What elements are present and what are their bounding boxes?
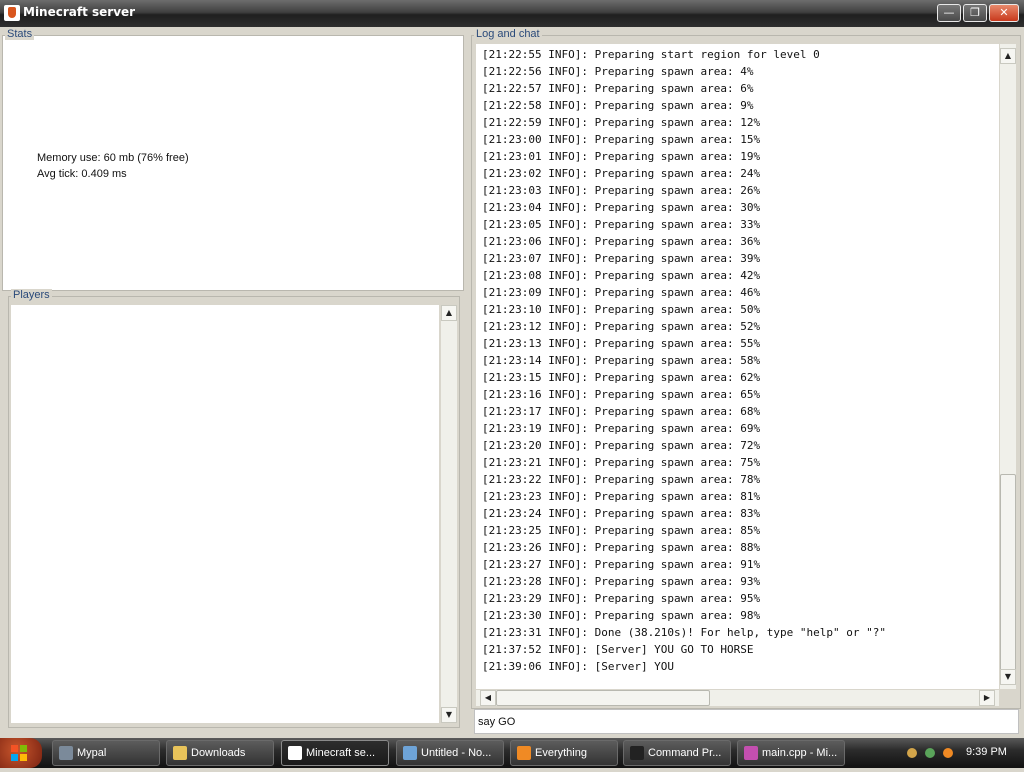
log-line: [21:23:03 INFO]: Preparing spawn area: 2…: [482, 184, 761, 197]
log-line: [21:23:28 INFO]: Preparing spawn area: 9…: [482, 575, 761, 588]
log-line: [21:23:05 INFO]: Preparing spawn area: 3…: [482, 218, 761, 231]
stats-legend: Stats: [5, 28, 35, 40]
log-line: [21:22:59 INFO]: Preparing spawn area: 1…: [482, 116, 761, 129]
players-list[interactable]: [11, 305, 439, 723]
taskbar-item-label: main.cpp - Mi...: [762, 747, 838, 759]
code-icon: [744, 746, 758, 760]
stats-text: Memory use: 60 mb (76% free) Avg tick: 0…: [37, 150, 189, 182]
log-line: [21:23:22 INFO]: Preparing spawn area: 7…: [482, 473, 761, 486]
log-line: [21:23:07 INFO]: Preparing spawn area: 3…: [482, 252, 761, 265]
maximize-button[interactable]: ❐: [963, 4, 987, 22]
taskbar-item[interactable]: Downloads: [166, 740, 274, 766]
log-line: [21:23:09 INFO]: Preparing spawn area: 4…: [482, 286, 761, 299]
log-line: [21:23:06 INFO]: Preparing spawn area: 3…: [482, 235, 761, 248]
players-legend: Players: [11, 289, 52, 301]
log-line: [21:23:24 INFO]: Preparing spawn area: 8…: [482, 507, 761, 520]
log-line: [21:23:01 INFO]: Preparing spawn area: 1…: [482, 150, 761, 163]
taskbar-item-label: Minecraft se...: [306, 747, 376, 759]
title-bar[interactable]: Minecraft server — ❐ ✕: [0, 0, 1024, 27]
log-lines: [21:22:55 INFO]: Preparing start region …: [476, 44, 999, 675]
window-title: Minecraft server: [23, 5, 136, 19]
log-line: [21:23:26 INFO]: Preparing spawn area: 8…: [482, 541, 761, 554]
log-line: [21:23:31 INFO]: Done (38.210s)! For hel…: [482, 626, 886, 639]
close-button[interactable]: ✕: [989, 4, 1019, 22]
log-line: [21:23:14 INFO]: Preparing spawn area: 5…: [482, 354, 761, 367]
java-icon: [288, 746, 302, 760]
log-line: [21:22:58 INFO]: Preparing spawn area: 9…: [482, 99, 754, 112]
log-line: [21:23:12 INFO]: Preparing spawn area: 5…: [482, 320, 761, 333]
log-line: [21:23:25 INFO]: Preparing spawn area: 8…: [482, 524, 761, 537]
log-line: [21:22:55 INFO]: Preparing start region …: [482, 48, 820, 61]
log-line: [21:23:04 INFO]: Preparing spawn area: 3…: [482, 201, 761, 214]
taskbar-item-label: Everything: [535, 747, 587, 759]
scroll-up-icon[interactable]: ▲: [1000, 48, 1016, 64]
scroll-left-icon[interactable]: ◀: [480, 690, 496, 706]
log-line: [21:23:17 INFO]: Preparing spawn area: 6…: [482, 405, 761, 418]
log-line: [21:23:20 INFO]: Preparing spawn area: 7…: [482, 439, 761, 452]
minimize-button[interactable]: —: [937, 4, 961, 22]
memory-usage: Memory use: 60 mb (76% free): [37, 152, 189, 164]
log-text-area[interactable]: [21:22:55 INFO]: Preparing start region …: [476, 44, 999, 689]
log-horizontal-scrollbar[interactable]: ◀ ▶: [476, 690, 999, 706]
command-input[interactable]: [474, 709, 1019, 734]
log-line: [21:23:08 INFO]: Preparing spawn area: 4…: [482, 269, 761, 282]
clock[interactable]: 9:39 PM: [966, 746, 1007, 758]
windows-logo-icon: [11, 745, 27, 761]
players-panel: Players ▲ ▼: [8, 289, 460, 728]
java-icon: [4, 5, 20, 21]
log-line: [21:23:00 INFO]: Preparing spawn area: 1…: [482, 133, 761, 146]
log-line: [21:23:21 INFO]: Preparing spawn area: 7…: [482, 456, 761, 469]
log-line: [21:23:23 INFO]: Preparing spawn area: 8…: [482, 490, 761, 503]
log-line: [21:22:56 INFO]: Preparing spawn area: 4…: [482, 65, 754, 78]
taskbar: Mypal Downloads Minecraft se... Untitled - …: [0, 738, 1024, 768]
avg-tick: Avg tick: 0.409 ms: [37, 168, 127, 180]
taskbar-item[interactable]: Untitled - No...: [396, 740, 504, 766]
log-line: [21:23:30 INFO]: Preparing spawn area: 9…: [482, 609, 761, 622]
log-line: [21:23:19 INFO]: Preparing spawn area: 6…: [482, 422, 761, 435]
taskbar-item-label: Untitled - No...: [421, 747, 492, 759]
tray-app-icon[interactable]: [907, 748, 917, 758]
search-icon: [517, 746, 531, 760]
scroll-down-icon[interactable]: ▼: [441, 707, 457, 723]
taskbar-item[interactable]: Command Pr...: [623, 740, 731, 766]
log-line: [21:37:52 INFO]: [Server] YOU GO TO HORS…: [482, 643, 754, 656]
log-line: [21:23:10 INFO]: Preparing spawn area: 5…: [482, 303, 761, 316]
taskbar-item-label: Command Pr...: [648, 747, 722, 759]
log-line: [21:23:13 INFO]: Preparing spawn area: 5…: [482, 337, 761, 350]
log-panel: Log and chat [21:22:55 INFO]: Preparing …: [471, 28, 1021, 709]
taskbar-item-label: Downloads: [191, 747, 246, 759]
folder-icon: [173, 746, 187, 760]
log-line: [21:22:57 INFO]: Preparing spawn area: 6…: [482, 82, 754, 95]
notepad-icon: [403, 746, 417, 760]
log-line: [21:23:15 INFO]: Preparing spawn area: 6…: [482, 371, 761, 384]
log-line: [21:39:06 INFO]: [Server] YOU: [482, 660, 675, 673]
tray-network-icon[interactable]: [925, 748, 935, 758]
log-legend: Log and chat: [474, 28, 542, 40]
scroll-right-icon[interactable]: ▶: [979, 690, 995, 706]
players-scrollbar[interactable]: ▲ ▼: [441, 305, 457, 723]
log-hscroll-thumb[interactable]: [496, 690, 710, 706]
log-line: [21:23:16 INFO]: Preparing spawn area: 6…: [482, 388, 761, 401]
taskbar-item[interactable]: Mypal: [52, 740, 160, 766]
log-line: [21:23:27 INFO]: Preparing spawn area: 9…: [482, 558, 761, 571]
taskbar-item[interactable]: main.cpp - Mi...: [737, 740, 845, 766]
log-scroll-thumb[interactable]: [1000, 474, 1016, 671]
log-line: [21:23:29 INFO]: Preparing spawn area: 9…: [482, 592, 761, 605]
stats-panel: Stats Memory use: 60 mb (76% free) Avg t…: [2, 28, 464, 291]
scroll-up-icon[interactable]: ▲: [441, 305, 457, 321]
terminal-icon: [630, 746, 644, 760]
log-vertical-scrollbar[interactable]: ▲ ▼: [1000, 44, 1016, 689]
log-line: [21:23:02 INFO]: Preparing spawn area: 2…: [482, 167, 761, 180]
tray-search-icon[interactable]: [943, 748, 953, 758]
taskbar-item-label: Mypal: [77, 747, 107, 759]
scroll-down-icon[interactable]: ▼: [1000, 669, 1016, 685]
taskbar-item[interactable]: Everything: [510, 740, 618, 766]
start-button[interactable]: [0, 738, 42, 768]
taskbar-item[interactable]: Minecraft se...: [281, 740, 389, 766]
globe-icon: [59, 746, 73, 760]
